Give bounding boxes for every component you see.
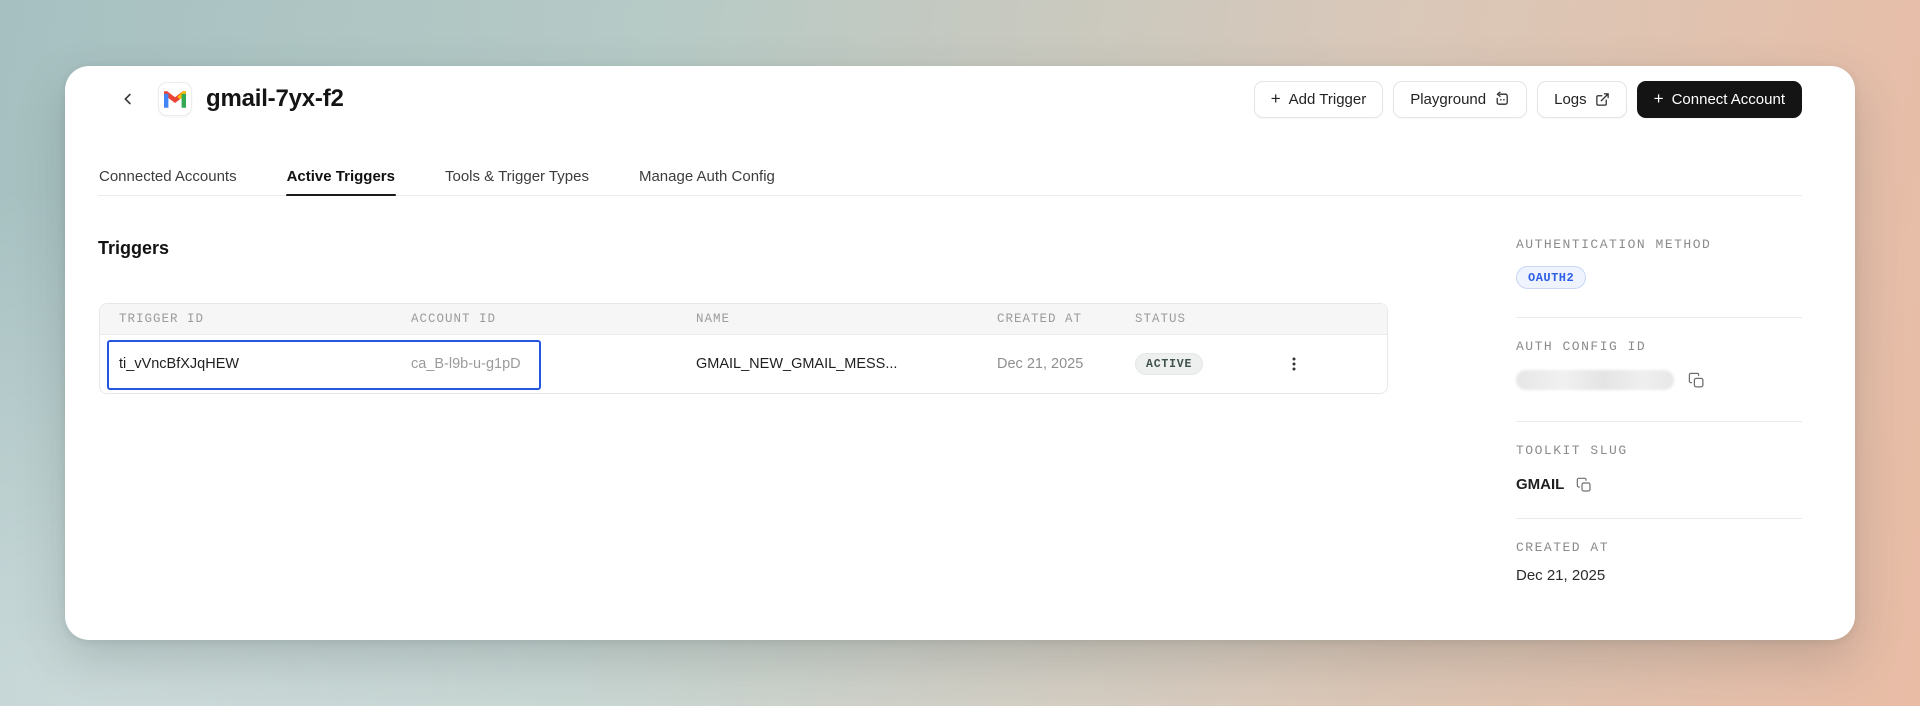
row-menu-button[interactable]	[1280, 350, 1308, 378]
gmail-app-tile	[158, 82, 192, 116]
tab-manage-auth-config[interactable]: Manage Auth Config	[638, 158, 776, 195]
tab-tools-trigger-types[interactable]: Tools & Trigger Types	[444, 158, 590, 195]
connect-account-button[interactable]: + Connect Account	[1636, 80, 1802, 118]
created-at-value: Dec 21, 2025	[1516, 567, 1606, 584]
created-at-label: CREATED AT	[1516, 540, 1610, 555]
toolkit-slug-label: TOOLKIT SLUG	[1516, 443, 1628, 458]
table-row[interactable]: ti_vVncBfXJqHEW ca_B-l9b-u-g1pD GMAIL_NE…	[100, 335, 1387, 393]
plus-icon: +	[1653, 89, 1664, 108]
table-header-row: TRIGGER ID ACCOUNT ID NAME CREATED AT ST…	[100, 304, 1387, 335]
column-header-status: STATUS	[1135, 312, 1187, 326]
actions-cell	[1250, 350, 1387, 378]
toolkit-slug-value: GMAIL	[1516, 476, 1565, 493]
column-header-trigger-id: TRIGGER ID	[119, 312, 205, 326]
copy-icon	[1688, 372, 1705, 389]
sidebar-divider	[1516, 317, 1802, 318]
column-header-created-at: CREATED AT	[997, 312, 1083, 326]
tab-connected-accounts[interactable]: Connected Accounts	[98, 158, 238, 195]
back-button[interactable]	[115, 86, 141, 112]
playground-replay-icon	[1494, 91, 1510, 107]
external-link-icon	[1595, 92, 1610, 107]
header-actions: + Add Trigger Playground Logs + Connect …	[1253, 80, 1802, 118]
sidebar-divider	[1516, 518, 1802, 519]
triggers-section-title: Triggers	[98, 238, 170, 258]
playground-label: Playground	[1410, 90, 1487, 108]
oauth2-badge: OAUTH2	[1516, 266, 1587, 289]
account-id-cell[interactable]: ca_B-l9b-u-g1pD	[392, 356, 677, 372]
authentication-method-label: AUTHENTICATION METHOD	[1516, 237, 1712, 252]
column-header-name: NAME	[696, 312, 731, 326]
trigger-name-cell: GMAIL_NEW_GMAIL_MESS...	[696, 356, 898, 372]
trigger-id-cell[interactable]: ti_vVncBfXJqHEW	[100, 356, 392, 372]
chevron-left-icon	[119, 90, 137, 108]
app-card: gmail-7yx-f2 + Add Trigger Playground Lo…	[65, 66, 1855, 640]
status-cell: ACTIVE	[1116, 353, 1250, 375]
tab-bar: Connected Accounts Active Triggers Tools…	[98, 158, 1802, 196]
copy-icon	[1576, 477, 1592, 493]
auth-config-id-label: AUTH CONFIG ID	[1516, 339, 1647, 354]
add-trigger-button[interactable]: + Add Trigger	[1253, 80, 1384, 118]
logs-button[interactable]: Logs	[1537, 80, 1627, 118]
status-badge: ACTIVE	[1135, 353, 1204, 375]
logs-label: Logs	[1554, 90, 1587, 108]
page-header: gmail-7yx-f2 + Add Trigger Playground Lo…	[115, 79, 1802, 119]
plus-icon: +	[1270, 89, 1281, 108]
connect-account-label: Connect Account	[1671, 90, 1785, 108]
auth-config-id-redacted-value	[1516, 370, 1674, 390]
add-trigger-label: Add Trigger	[1288, 90, 1367, 108]
tab-active-triggers[interactable]: Active Triggers	[285, 158, 397, 196]
playground-button[interactable]: Playground	[1393, 80, 1528, 118]
details-sidebar: AUTHENTICATION METHOD OAUTH2 AUTH CONFIG…	[1516, 237, 1802, 584]
column-header-account-id: ACCOUNT ID	[411, 312, 497, 326]
kebab-icon	[1287, 356, 1301, 372]
sidebar-divider	[1516, 421, 1802, 422]
page-title: gmail-7yx-f2	[206, 85, 344, 112]
copy-toolkit-slug-button[interactable]	[1576, 477, 1592, 493]
created-at-cell: Dec 21, 2025	[997, 356, 1084, 372]
gmail-logo-icon	[164, 90, 186, 108]
copy-auth-config-id-button[interactable]	[1688, 372, 1705, 389]
triggers-table: TRIGGER ID ACCOUNT ID NAME CREATED AT ST…	[99, 303, 1388, 394]
